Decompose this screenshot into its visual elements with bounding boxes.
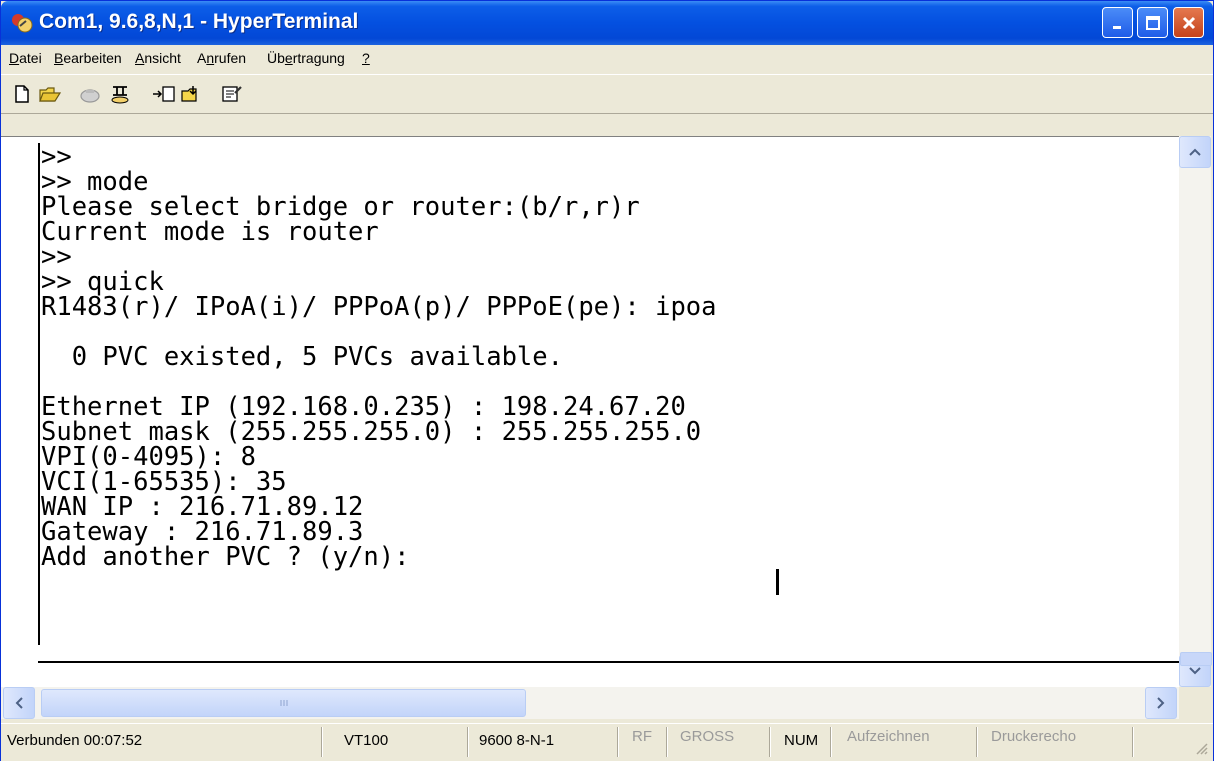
- toolbar: [1, 74, 1213, 114]
- status-emulation: VT100: [344, 732, 389, 749]
- horizontal-scroll-thumb[interactable]: [41, 689, 526, 717]
- status-separator: [976, 727, 977, 757]
- status-bar: Verbunden 00:07:52 VT100 9600 8-N-1 RF G…: [1, 723, 1213, 761]
- maximize-button[interactable]: [1137, 7, 1168, 38]
- title-bar[interactable]: Com1, 9.6,8,N,1 - HyperTerminal: [1, 1, 1213, 45]
- terminal-line: >>: [41, 142, 72, 172]
- menu-bar: Datei Bearbeiten Ansicht Anrufen Übertra…: [1, 45, 1213, 73]
- terminal-line: Add another PVC ? (y/n):: [41, 542, 410, 572]
- window-title: Com1, 9.6,8,N,1 - HyperTerminal: [39, 10, 359, 33]
- status-separator: [467, 727, 468, 757]
- resize-grip-icon[interactable]: [1195, 742, 1209, 756]
- chevron-left-icon: [15, 697, 23, 709]
- disconnect-icon[interactable]: [107, 83, 133, 105]
- minimize-button[interactable]: [1102, 7, 1133, 38]
- status-rf: RF: [632, 728, 652, 745]
- status-capture: Aufzeichnen: [847, 728, 930, 745]
- status-separator: [769, 727, 770, 757]
- hyperterminal-icon: [12, 14, 33, 33]
- chevron-right-icon: [1157, 697, 1165, 709]
- terminal-bottom-border: [38, 661, 1181, 663]
- status-separator: [830, 727, 831, 757]
- status-separator: [1132, 727, 1133, 757]
- connect-icon[interactable]: [77, 83, 103, 105]
- terminal-line: Current mode is router: [41, 217, 379, 247]
- terminal-line: R1483(r)/ IPoA(i)/ PPPoA(p)/ PPPoE(pe): …: [41, 292, 717, 322]
- receive-icon[interactable]: [179, 83, 205, 105]
- text-cursor: [776, 569, 779, 595]
- new-icon[interactable]: [9, 83, 35, 105]
- terminal-line: 0 PVC existed, 5 PVCs available.: [41, 342, 563, 372]
- hyperterminal-window: Com1, 9.6,8,N,1 - HyperTerminal Datei Be…: [0, 0, 1214, 761]
- status-print-echo: Druckerecho: [991, 728, 1077, 745]
- close-button[interactable]: [1173, 7, 1204, 38]
- open-icon[interactable]: [37, 83, 63, 105]
- maximize-icon: [1145, 15, 1160, 30]
- send-icon[interactable]: [151, 83, 177, 105]
- menu-datei[interactable]: Datei: [9, 50, 42, 66]
- status-num: NUM: [784, 732, 819, 749]
- status-separator: [617, 727, 618, 757]
- menu-anrufen[interactable]: Anrufen: [197, 50, 246, 66]
- status-connected-time: Verbunden 00:07:52: [7, 732, 143, 749]
- chevron-down-icon: [1189, 667, 1201, 675]
- menu-bearbeiten[interactable]: Bearbeiten: [54, 50, 122, 66]
- status-gross: GROSS: [680, 728, 735, 745]
- vertical-scrollbar[interactable]: [1179, 136, 1211, 687]
- status-port-settings: 9600 8-N-1: [479, 732, 555, 749]
- scroll-right-button[interactable]: [1145, 687, 1177, 719]
- grip-icon: [280, 700, 287, 706]
- menu-uebertragung[interactable]: Übertragung: [267, 50, 345, 66]
- vertical-scroll-thumb[interactable]: [1180, 652, 1212, 666]
- menu-help[interactable]: ?: [362, 50, 370, 66]
- scroll-left-button[interactable]: [3, 687, 35, 719]
- menu-ansicht[interactable]: Ansicht: [135, 50, 181, 66]
- properties-icon[interactable]: [219, 83, 245, 105]
- status-separator: [666, 727, 667, 757]
- chevron-up-icon: [1189, 148, 1201, 156]
- scrollbar-corner: [1179, 687, 1211, 719]
- minimize-icon: [1112, 25, 1121, 29]
- close-icon: [1182, 16, 1195, 29]
- terminal-output[interactable]: >> >> mode Please select bridge or router:…: [41, 142, 1171, 645]
- status-separator: [321, 727, 322, 757]
- terminal-line: >>: [41, 242, 72, 272]
- scroll-up-button[interactable]: [1179, 136, 1211, 168]
- terminal-left-border: [38, 143, 40, 645]
